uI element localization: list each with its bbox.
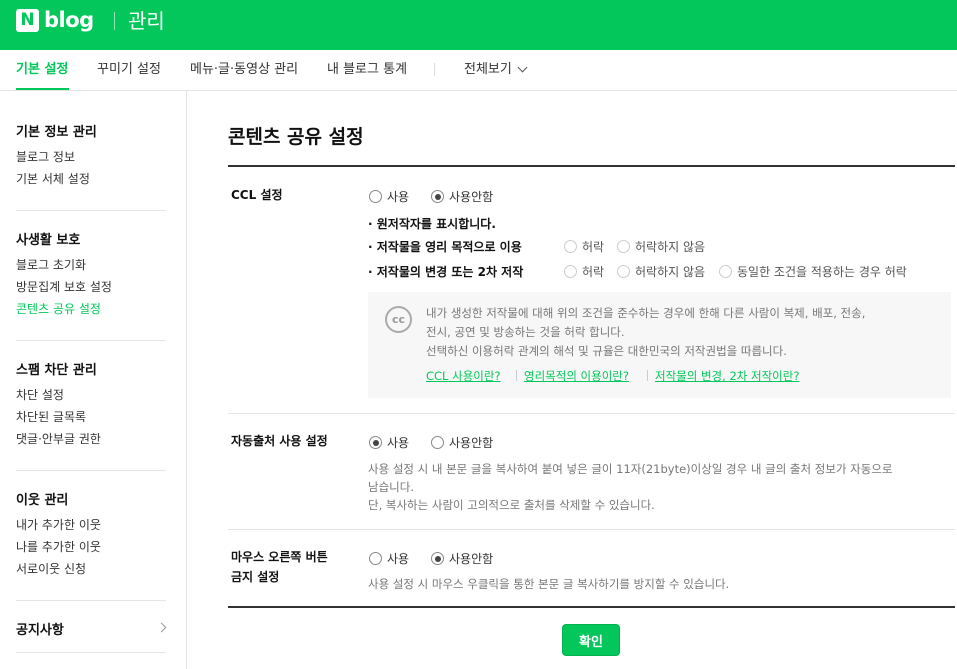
- sidebar-item-comment-permissions[interactable]: 댓글·안부글 권한: [16, 430, 101, 447]
- sidebar-item-blocked-posts[interactable]: 차단된 글목록: [16, 408, 86, 425]
- radio-circle: [564, 265, 577, 278]
- title-divider: [228, 165, 955, 167]
- sidebar-divider: [16, 652, 166, 653]
- radio-circle: [617, 240, 630, 253]
- sidebar-divider: [16, 340, 166, 341]
- auto-source-label: 자동출처 사용 설정: [231, 434, 328, 448]
- header-section-title: 관리: [128, 9, 165, 33]
- cc-icon: cc: [385, 306, 412, 333]
- auto-source-use-radio[interactable]: 사용: [369, 434, 409, 451]
- sidebar-heading-basic-info: 기본 정보 관리: [16, 125, 97, 140]
- ccl-not-use-radio[interactable]: 사용안함: [431, 188, 493, 205]
- radio-circle: [564, 240, 577, 253]
- sidebar-heading-spam: 스팸 차단 관리: [16, 363, 97, 378]
- auto-source-desc: 단, 복사하는 사람이 고의적으로 출처를 삭제할 수 있습니다.: [368, 498, 655, 512]
- radio-circle: [369, 436, 382, 449]
- ccl-derivative-same-terms-radio[interactable]: 동일한 조건을 적용하는 경우 허락: [719, 263, 907, 280]
- tab-view-all[interactable]: 전체보기: [464, 50, 512, 90]
- sidebar-divider: [16, 600, 166, 601]
- sidebar-item-mutual-requests[interactable]: 서로이웃 신청: [16, 560, 86, 577]
- auto-source-desc: 사용 설정 시 내 본문 글을 복사하여 붙여 넣은 글이 11자(21byte…: [368, 462, 893, 476]
- ccl-info-line: 선택하신 이용허락 관계의 해석 및 규율은 대한민국의 저작권법을 따릅니다.: [426, 344, 787, 358]
- right-click-label: 금지 설정: [231, 570, 280, 584]
- radio-circle: [719, 265, 732, 278]
- radio-circle: [431, 190, 444, 203]
- right-click-use-radio[interactable]: 사용: [369, 550, 409, 567]
- right-click-not-use-radio[interactable]: 사용안함: [431, 550, 493, 567]
- sidebar-item-content-share[interactable]: 콘텐츠 공유 설정: [16, 300, 101, 317]
- row-divider: [228, 413, 955, 414]
- right-click-not-use-label: 사용안함: [449, 552, 494, 566]
- derivative-work-link[interactable]: 저작물의 변경, 2차 저작이란?: [655, 368, 799, 384]
- sidebar-item-default-font[interactable]: 기본 서체 설정: [16, 170, 90, 187]
- ccl-derivative-deny-radio[interactable]: 허락하지 않음: [617, 263, 705, 280]
- ccl-derivative-same-terms-label: 동일한 조건을 적용하는 경우 허락: [737, 265, 907, 279]
- sidebar-item-blog-reset[interactable]: 블로그 초기화: [16, 256, 86, 273]
- right-click-desc: 사용 설정 시 마우스 우클릭을 통한 본문 글 복사하기를 방지할 수 있습니…: [368, 577, 730, 591]
- radio-circle: [431, 436, 444, 449]
- radio-circle: [369, 190, 382, 203]
- radio-circle: [369, 552, 382, 565]
- sidebar-item-visit-count-protection[interactable]: 방문집계 보호 설정: [16, 278, 112, 295]
- ccl-derivative-deny-label: 허락하지 않음: [635, 265, 706, 279]
- naver-logo-icon[interactable]: N: [16, 9, 39, 32]
- page-title: 콘텐츠 공유 설정: [228, 126, 364, 148]
- link-divider: [647, 370, 648, 381]
- sidebar-heading-privacy: 사생활 보호: [16, 233, 81, 248]
- tab-decorate-settings[interactable]: 꾸미기 설정: [97, 50, 161, 90]
- ccl-info-line: 내가 생성한 저작물에 대해 위의 조건을 준수하는 경우에 한해 다른 사람이…: [426, 306, 866, 320]
- header-divider: [114, 12, 115, 30]
- ccl-use-radio[interactable]: 사용: [369, 188, 409, 205]
- sidebar-divider: [16, 210, 166, 211]
- ccl-info-line: 전시, 공연 및 방송하는 것을 허락 합니다.: [426, 325, 625, 339]
- ccl-author-line: · 원저작자를 표시합니다.: [368, 217, 496, 231]
- ccl-label: CCL 설정: [231, 188, 283, 202]
- ccl-derivative-label: · 저작물의 변경 또는 2차 저작: [368, 265, 524, 279]
- tab-divider: [434, 63, 435, 76]
- ccl-commercial-deny-label: 허락하지 않음: [635, 240, 706, 254]
- confirm-button[interactable]: 확인: [562, 624, 620, 656]
- sidebar-divider: [16, 470, 166, 471]
- ccl-commercial-deny-radio[interactable]: 허락하지 않음: [617, 238, 705, 255]
- blog-logo[interactable]: blog: [44, 7, 94, 33]
- right-click-label: 마우스 오른쪽 버튼: [231, 550, 328, 564]
- auto-source-not-use-radio[interactable]: 사용안함: [431, 434, 493, 451]
- tab-blog-stats[interactable]: 내 블로그 통계: [327, 50, 407, 90]
- ccl-commercial-allow-radio[interactable]: 허락: [564, 238, 604, 255]
- sidebar-heading-neighbors: 이웃 관리: [16, 493, 69, 508]
- tab-basic-settings[interactable]: 기본 설정: [16, 50, 68, 90]
- ccl-what-is-link[interactable]: CCL 사용이란?: [426, 368, 501, 384]
- auto-source-not-use-label: 사용안함: [449, 436, 494, 450]
- right-click-use-label: 사용: [387, 552, 410, 566]
- row-divider: [228, 529, 955, 530]
- ccl-commercial-label: · 저작물을 영리 목적으로 이용: [368, 240, 522, 254]
- radio-circle: [617, 265, 630, 278]
- ccl-derivative-allow-label: 허락: [582, 265, 605, 279]
- sidebar-item-notices[interactable]: 공지사항: [16, 619, 64, 638]
- radio-circle: [431, 552, 444, 565]
- ccl-not-use-label: 사용안함: [449, 190, 494, 204]
- ccl-commercial-allow-label: 허락: [582, 240, 605, 254]
- link-divider: [516, 370, 517, 381]
- bottom-divider: [228, 606, 955, 608]
- top-bar: N blog 관리: [0, 0, 957, 50]
- sidebar-item-neighbors-of-me[interactable]: 나를 추가한 이웃: [16, 538, 101, 555]
- auto-source-use-label: 사용: [387, 436, 410, 450]
- sidebar-item-my-neighbors[interactable]: 내가 추가한 이웃: [16, 516, 101, 533]
- auto-source-desc: 남습니다.: [368, 480, 414, 494]
- commercial-use-link[interactable]: 영리목적의 이용이란?: [524, 368, 629, 384]
- sidebar-item-blog-info[interactable]: 블로그 정보: [16, 148, 75, 165]
- tab-menu-post-video[interactable]: 메뉴·글·동영상 관리: [190, 50, 298, 90]
- sidebar-item-block-settings[interactable]: 차단 설정: [16, 386, 64, 403]
- active-tab-indicator: [16, 88, 69, 90]
- ccl-use-label: 사용: [387, 190, 410, 204]
- ccl-derivative-allow-radio[interactable]: 허락: [564, 263, 604, 280]
